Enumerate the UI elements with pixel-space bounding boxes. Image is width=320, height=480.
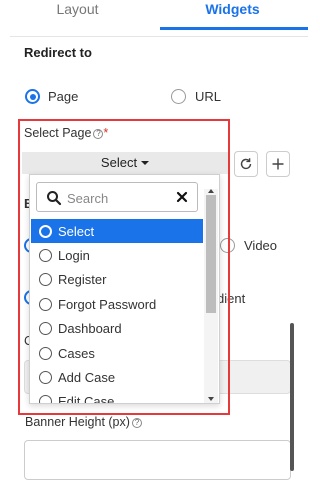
- dropdown-scrollbar[interactable]: [204, 189, 218, 403]
- close-icon[interactable]: [175, 190, 189, 204]
- option-radio-icon: [39, 371, 52, 385]
- search-icon: [47, 191, 62, 206]
- option-radio-icon: [39, 346, 52, 360]
- gradient-label-partial: dient: [217, 291, 246, 306]
- dropdown-search: [36, 182, 198, 212]
- dropdown-options: Select Login Register Forgot Password Da…: [31, 219, 203, 403]
- plus-icon: [272, 158, 284, 170]
- page-dropdown: Select Login Register Forgot Password Da…: [29, 174, 220, 404]
- add-page-button[interactable]: [266, 151, 290, 177]
- banner-height-label-text: Banner Height (px): [25, 415, 130, 429]
- dropdown-search-input[interactable]: [67, 189, 167, 207]
- page-select[interactable]: Select: [22, 152, 228, 174]
- chevron-down-icon: [141, 161, 150, 165]
- radio-page[interactable]: [25, 89, 40, 104]
- scroll-up-icon[interactable]: [208, 189, 214, 193]
- tab-widgets[interactable]: Widgets: [155, 0, 310, 30]
- option-radio-icon: [39, 249, 52, 263]
- scroll-thumb[interactable]: [206, 195, 216, 313]
- scroll-down-icon[interactable]: [208, 397, 214, 401]
- help-icon[interactable]: ?: [93, 129, 104, 139]
- option-label: Edit Case: [58, 394, 115, 403]
- dropdown-option-dashboard[interactable]: Dashboard: [31, 317, 203, 341]
- dropdown-option-forgot-password[interactable]: Forgot Password: [31, 292, 203, 316]
- radio-video[interactable]: [220, 238, 235, 253]
- option-radio-icon: [39, 395, 52, 403]
- tab-bar: Layout Widgets: [0, 0, 310, 30]
- option-label: Dashboard: [58, 321, 122, 337]
- help-icon[interactable]: ?: [131, 418, 142, 428]
- option-label: Add Case: [58, 370, 116, 386]
- radio-url-label: URL: [195, 89, 222, 104]
- dropdown-option-edit-case[interactable]: Edit Case: [31, 390, 203, 403]
- banner-height-input[interactable]: [24, 440, 291, 480]
- option-label: Cases: [58, 345, 95, 361]
- radio-url[interactable]: [171, 89, 186, 104]
- panel-scrollbar[interactable]: [290, 323, 294, 471]
- widget-settings-panel: Layout Widgets Redirect to Page URL Sele…: [0, 0, 318, 480]
- option-label: Register: [58, 272, 107, 288]
- select-page-label: Select Page? *: [24, 126, 108, 140]
- option-radio-icon: [39, 322, 52, 336]
- required-mark: *: [103, 126, 109, 140]
- option-radio-icon: [39, 273, 52, 287]
- active-tab-indicator: [160, 27, 308, 30]
- option-radio-icon: [39, 224, 52, 238]
- option-radio-icon: [39, 297, 52, 311]
- refresh-icon: [240, 158, 252, 170]
- page-select-value: Select: [100, 155, 138, 170]
- tab-layout[interactable]: Layout: [0, 0, 155, 30]
- dropdown-option-register[interactable]: Register: [31, 268, 203, 292]
- redirect-title: Redirect to: [24, 45, 92, 60]
- radio-page-label: Page: [48, 89, 79, 104]
- dropdown-option-add-case[interactable]: Add Case: [31, 365, 203, 389]
- dropdown-option-cases[interactable]: Cases: [31, 341, 203, 365]
- option-label: Select: [58, 223, 95, 239]
- dropdown-option-select[interactable]: Select: [31, 219, 203, 244]
- select-page-label-text: Select Page: [24, 126, 92, 140]
- radio-video-label: Video: [244, 238, 278, 253]
- banner-height-label: Banner Height (px)?: [25, 415, 142, 429]
- option-label: Login: [58, 248, 90, 264]
- refresh-button[interactable]: [234, 151, 258, 177]
- dropdown-option-login[interactable]: Login: [31, 243, 203, 267]
- option-label: Forgot Password: [58, 296, 157, 312]
